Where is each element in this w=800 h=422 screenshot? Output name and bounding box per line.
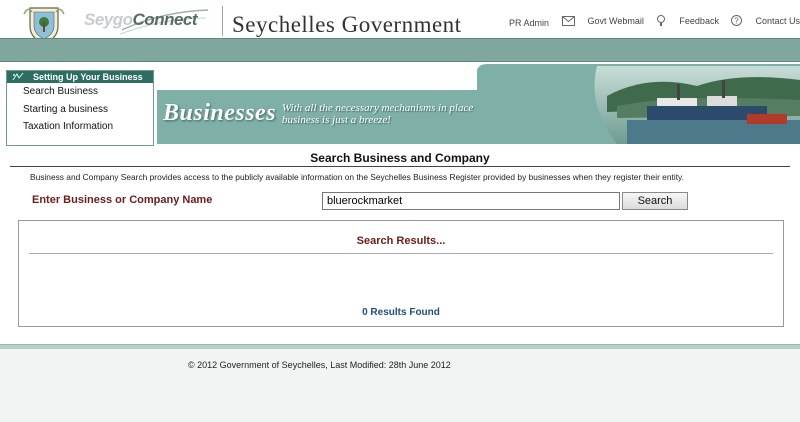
- banner-tab: [157, 64, 477, 90]
- question-icon: ?: [731, 15, 743, 26]
- feedback-label: Feedback: [679, 15, 719, 26]
- banner-subtitle-line2: business is just a breeze!: [282, 114, 391, 126]
- contact-us-label: Contact Us: [755, 15, 800, 26]
- business-search-input[interactable]: [322, 192, 620, 210]
- page-footer: © 2012 Government of Seychelles, Last Mo…: [0, 344, 800, 422]
- footer-bar: [0, 345, 800, 349]
- banner-title: Businesses: [163, 100, 277, 126]
- results-count: 0 Results Found: [362, 307, 440, 318]
- sidebar-item-starting-business[interactable]: Starting a business: [7, 101, 153, 119]
- site-title: Seychelles Government: [232, 12, 462, 37]
- harbour-photo: [594, 66, 800, 144]
- search-description: Business and Company Search provides acc…: [30, 172, 684, 182]
- govt-webmail-link[interactable]: Govt Webmail: [561, 16, 644, 26]
- menu-sparkle-icon: [12, 72, 24, 81]
- contact-us-link[interactable]: ? Contact Us: [731, 15, 800, 26]
- pr-admin-link[interactable]: PR Admin: [499, 18, 549, 28]
- search-results-title: Search Results...: [356, 235, 446, 247]
- businesses-banner: Businesses With all the necessary mechan…: [157, 64, 800, 144]
- page-title: Search Business and Company: [310, 151, 490, 165]
- sidebar-menu: Setting Up Your Business Search Business…: [6, 70, 154, 146]
- sidebar-item-search-business[interactable]: Search Business: [7, 83, 153, 101]
- svg-text:?: ?: [735, 17, 740, 26]
- sidebar-heading: Setting Up Your Business: [7, 71, 153, 83]
- results-divider: [29, 253, 773, 254]
- govt-webmail-label: Govt Webmail: [587, 16, 644, 26]
- search-button[interactable]: Search: [622, 192, 688, 210]
- sidebar-heading-label: Setting Up Your Business: [33, 72, 143, 82]
- feedback-icon: [657, 15, 666, 26]
- banner-subtitle-line1: With all the necessary mechanisms in pla…: [282, 102, 474, 114]
- logo-text-seygo: Seygo: [84, 10, 133, 29]
- business-name-label: Enter Business or Company Name: [32, 194, 213, 206]
- title-divider: [10, 166, 790, 167]
- top-links: PR Admin Govt Webmail Feedback ? Contact…: [489, 15, 800, 28]
- pr-admin-label: PR Admin: [509, 18, 550, 28]
- header-divider: [222, 6, 223, 36]
- site-header: SeygoConnect Seychelles Government PR Ad…: [0, 0, 800, 46]
- header-band: [0, 38, 800, 62]
- search-results-panel: Search Results... 0 Results Found: [18, 220, 784, 327]
- sidebar-item-taxation[interactable]: Taxation Information: [7, 118, 153, 136]
- envelope-icon: [561, 16, 575, 26]
- banner-subtitle: With all the necessary mechanisms in pla…: [282, 102, 473, 126]
- footer-copyright: © 2012 Government of Seychelles, Last Mo…: [188, 360, 451, 370]
- seygoconnect-logo[interactable]: SeygoConnect: [84, 10, 198, 30]
- feedback-link[interactable]: Feedback: [656, 15, 719, 26]
- logo-text-connect: Connect: [132, 10, 198, 29]
